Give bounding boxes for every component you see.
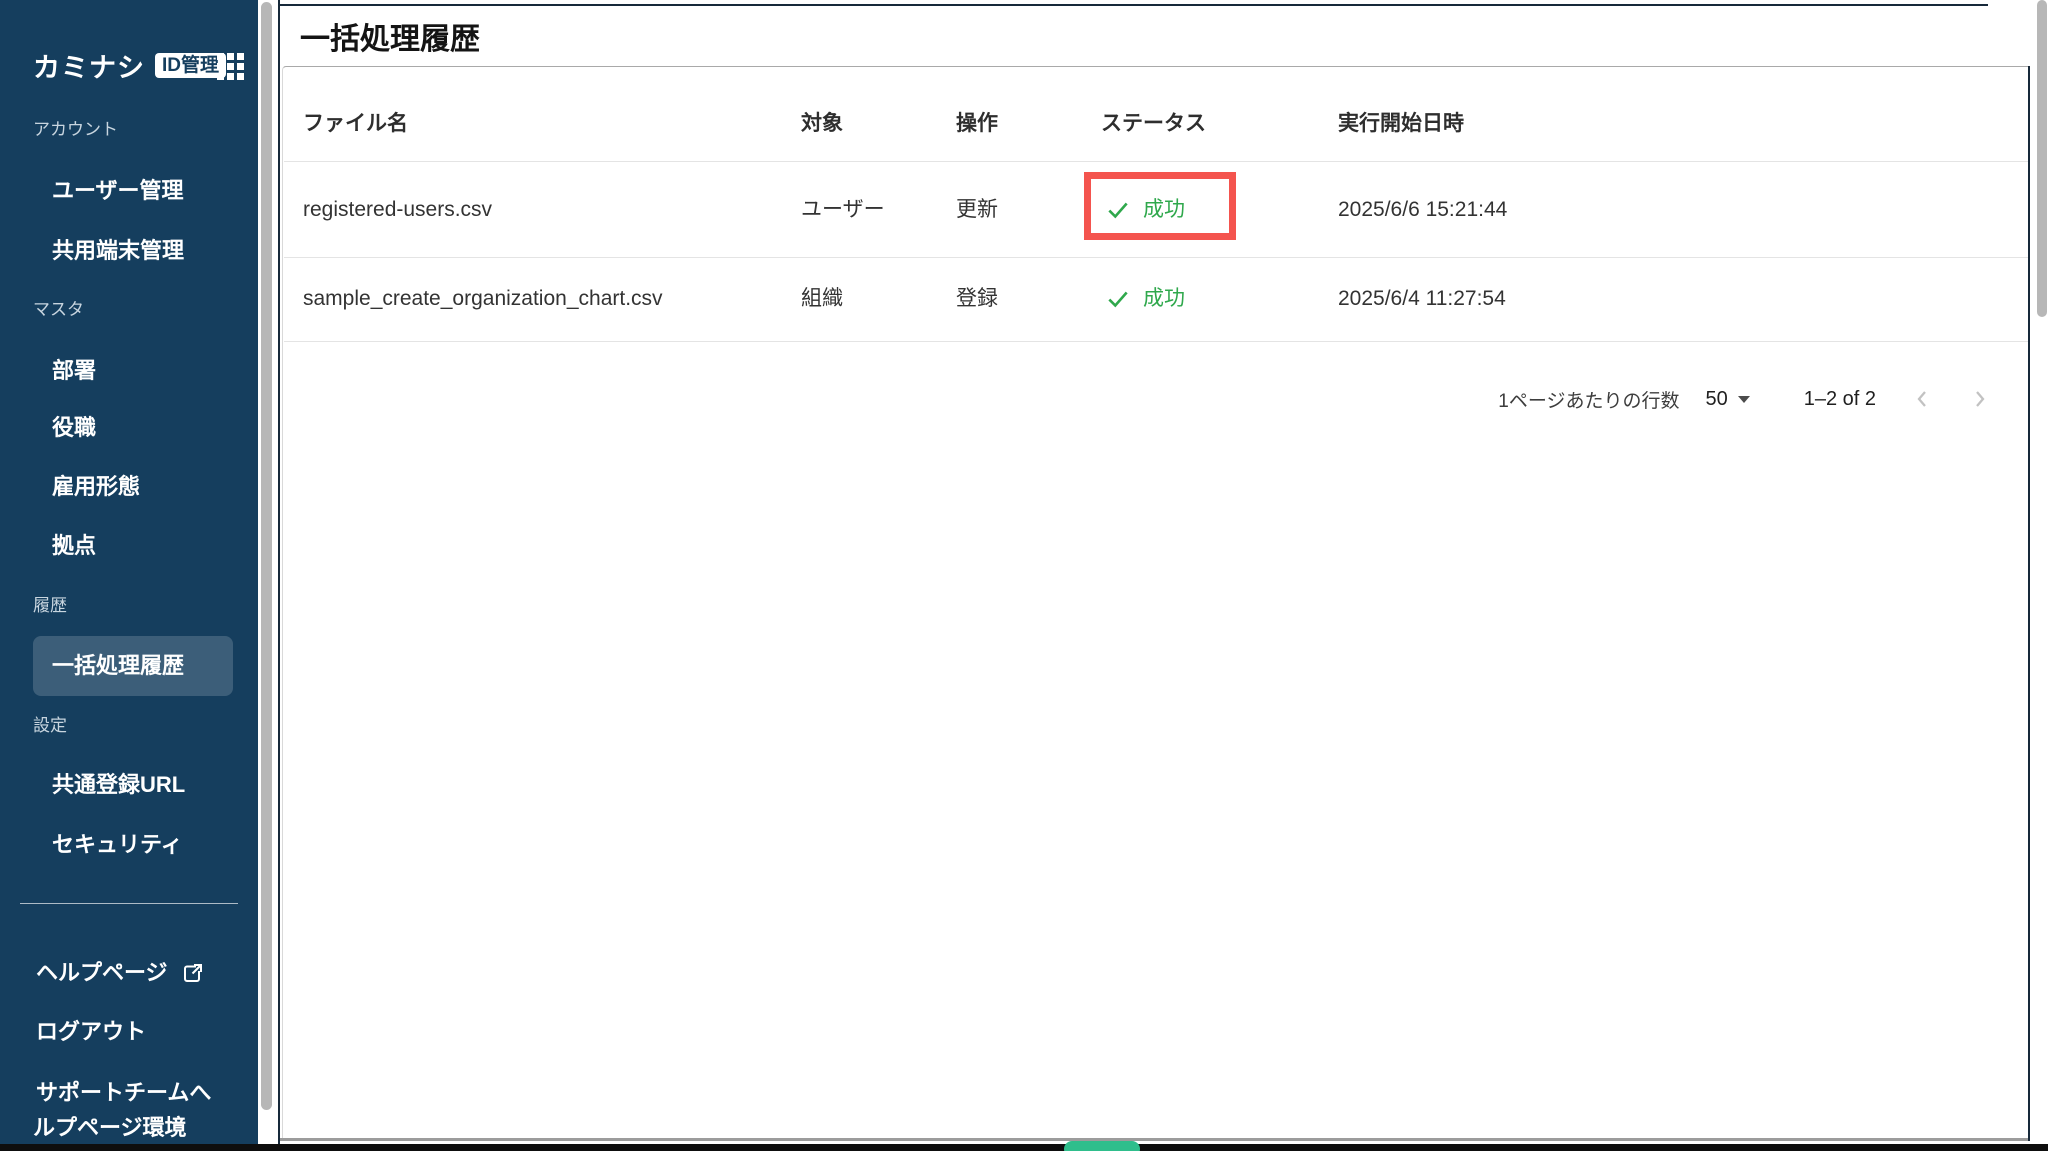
sidebar-item-common-registration-url[interactable]: 共通登録URL: [52, 770, 185, 800]
column-header-started-at: 実行開始日時: [1338, 109, 1464, 139]
main-frame-top-border: [278, 4, 1988, 6]
help-page-env-label: ルプページ環境: [33, 1113, 187, 1143]
page-title: 一括処理履歴: [300, 22, 480, 58]
brand: カミナシ ID管理: [33, 48, 226, 82]
sidebar-item-help-page-env[interactable]: ルプページ環境: [33, 1113, 187, 1143]
sidebar-item-department[interactable]: 部署: [52, 356, 96, 386]
cell-operation: 登録: [956, 284, 998, 314]
brand-badge: ID管理: [155, 53, 226, 78]
table-pagination: 1ページあたりの行数 50 1–2 of 2: [1498, 377, 1992, 421]
chat-launcher-button[interactable]: [1064, 1141, 1140, 1151]
cell-target: ユーザー: [801, 195, 885, 225]
main-scrollbar-thumb[interactable]: [2037, 0, 2047, 317]
logout-label: ログアウト: [36, 1017, 146, 1047]
cell-file-name: registered-users.csv: [303, 195, 492, 225]
sidebar-scrollbar-thumb[interactable]: [261, 2, 272, 1110]
sidebar-item-employment-type[interactable]: 雇用形態: [52, 472, 140, 502]
help-page-label: ヘルプページ: [36, 958, 168, 988]
sidebar-item-logout[interactable]: ログアウト: [36, 1017, 146, 1047]
next-page-button[interactable]: [1968, 387, 1992, 411]
main-frame-bottom-border: [280, 1138, 2028, 1141]
sidebar-item-role[interactable]: 役職: [52, 413, 96, 443]
highlight-box: [1084, 172, 1236, 240]
sidebar-item-location[interactable]: 拠点: [52, 531, 96, 561]
previous-page-button[interactable]: [1910, 387, 1934, 411]
column-header-operation: 操作: [956, 109, 998, 139]
rows-per-page-select[interactable]: 50: [1705, 388, 1727, 411]
cell-started-at: 2025/6/4 11:27:54: [1338, 284, 1506, 314]
nav-section-history: 履歴: [33, 596, 67, 616]
window-bottom-edge: [0, 1144, 2048, 1151]
row-divider: [284, 257, 2028, 258]
column-header-target: 対象: [801, 109, 843, 139]
column-header-status: ステータス: [1101, 109, 1206, 139]
app-window: カミナシ ID管理 アカウント ユーザー管理 共用端末管理 マスタ 部署 役職 …: [0, 0, 2048, 1151]
header-divider: [284, 161, 2028, 162]
nav-section-settings: 設定: [33, 716, 67, 736]
status-label: 成功: [1143, 284, 1185, 314]
apps-grid-icon[interactable]: [217, 53, 243, 79]
caret-down-icon[interactable]: [1738, 396, 1750, 403]
sidebar-item-security[interactable]: セキュリティ: [52, 830, 183, 860]
nav-section-account: アカウント: [33, 120, 118, 140]
sidebar-item-user-management[interactable]: ユーザー管理: [52, 176, 184, 206]
main-frame-left-border: [278, 0, 280, 1144]
support-team-label: サポートチームへ: [36, 1078, 211, 1108]
nav-section-master: マスタ: [33, 300, 84, 320]
column-header-file-name: ファイル名: [303, 109, 408, 139]
rows-per-page-label: 1ページあたりの行数: [1498, 386, 1679, 413]
cell-operation: 更新: [956, 195, 998, 225]
batch-history-table-panel: ファイル名 対象 操作 ステータス 実行開始日時 registered-user…: [282, 66, 2028, 1138]
cell-target: 組織: [801, 284, 843, 314]
external-link-icon: [182, 963, 203, 984]
check-icon: [1105, 286, 1131, 312]
sidebar: カミナシ ID管理 アカウント ユーザー管理 共用端末管理 マスタ 部署 役職 …: [0, 0, 258, 1144]
sidebar-item-support-team[interactable]: サポートチームへ: [36, 1078, 211, 1108]
sidebar-divider: [20, 903, 238, 904]
main-frame-right-border: [2028, 66, 2030, 1141]
sidebar-item-help-page[interactable]: ヘルプページ: [36, 958, 203, 988]
cell-status: 成功: [1105, 284, 1185, 314]
sidebar-item-shared-device-management[interactable]: 共用端末管理: [52, 236, 184, 266]
pagination-range: 1–2 of 2: [1804, 388, 1876, 411]
cell-file-name: sample_create_organization_chart.csv: [303, 284, 663, 314]
cell-started-at: 2025/6/6 15:21:44: [1338, 195, 1507, 225]
brand-logo: カミナシ: [33, 46, 145, 85]
sidebar-item-batch-history-active[interactable]: 一括処理履歴: [33, 636, 233, 696]
row-divider: [284, 341, 2028, 342]
